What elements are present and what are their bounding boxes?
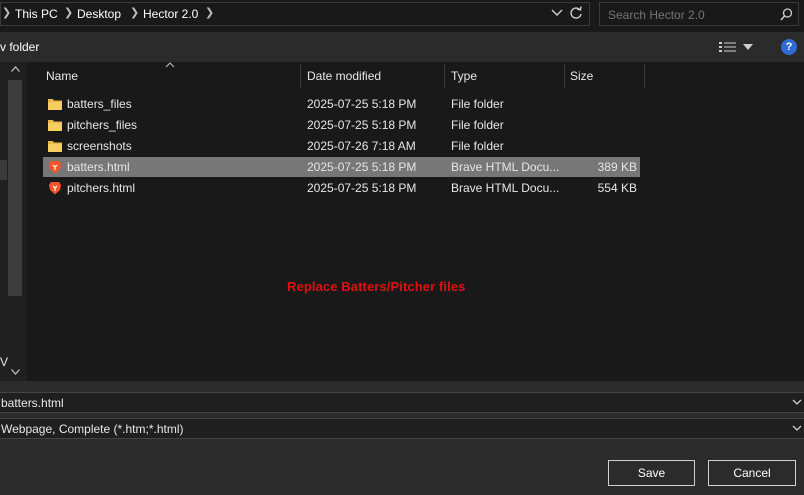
breadcrumb-item-hector[interactable]: Hector 2.0 (143, 7, 198, 21)
help-button[interactable]: ? (781, 39, 797, 55)
file-type: File folder (451, 97, 504, 111)
file-name-value[interactable]: batters.html (1, 396, 64, 410)
scroll-up-icon[interactable] (11, 66, 20, 72)
breadcrumb-chevron-icon: ❯ (64, 7, 74, 19)
file-type: File folder (451, 118, 504, 132)
file-date: 2025-07-25 5:18 PM (307, 160, 417, 174)
column-divider[interactable] (444, 64, 445, 88)
file-row-batters-files[interactable]: batters_files 2025-07-25 5:18 PM File fo… (43, 94, 640, 114)
view-dropdown-icon[interactable] (743, 44, 753, 50)
file-size: 554 KB (597, 181, 637, 195)
save-button[interactable]: Save (608, 460, 695, 486)
breadcrumb-chevron-icon: ❯ (130, 7, 140, 19)
file-date: 2025-07-25 5:18 PM (307, 118, 417, 132)
refresh-icon[interactable] (569, 6, 583, 20)
file-name-combobox[interactable]: batters.html (0, 392, 804, 413)
column-header-name[interactable]: Name (46, 69, 78, 83)
chevron-down-icon[interactable] (792, 425, 802, 432)
navigation-partial-label[interactable]: V (0, 355, 8, 369)
breadcrumb-chevron-icon: ❯ (205, 7, 215, 19)
column-divider[interactable] (300, 64, 301, 88)
column-divider[interactable] (564, 64, 565, 88)
scroll-down-icon[interactable] (11, 369, 20, 375)
file-date: 2025-07-25 5:18 PM (307, 97, 417, 111)
navigation-selected-item[interactable] (0, 160, 7, 180)
chevron-down-icon[interactable] (792, 399, 802, 406)
file-type: File folder (451, 139, 504, 153)
navigation-scrollbar-thumb[interactable] (8, 80, 22, 296)
file-name: batters_files (67, 97, 132, 111)
file-name: batters.html (67, 160, 130, 174)
save-as-type-value[interactable]: Webpage, Complete (*.htm;*.html) (1, 422, 184, 436)
brave-icon (49, 182, 61, 195)
column-header-type[interactable]: Type (451, 69, 477, 83)
file-name: screenshots (67, 139, 132, 153)
sort-ascending-icon (165, 62, 175, 68)
breadcrumb-item-this-pc[interactable]: This PC (15, 7, 58, 21)
file-size: 389 KB (597, 160, 637, 174)
cancel-button[interactable]: Cancel (708, 460, 796, 486)
file-row-pitchers-files[interactable]: pitchers_files 2025-07-25 5:18 PM File f… (43, 115, 640, 135)
view-options-icon[interactable] (719, 41, 737, 53)
address-dropdown-icon[interactable] (551, 9, 563, 17)
folder-icon (48, 99, 62, 110)
toolbar (0, 32, 804, 62)
column-header-date[interactable]: Date modified (307, 69, 381, 83)
breadcrumb-chevron-icon: ❯ (2, 7, 12, 19)
annotation-text: Replace Batters/Pitcher files (287, 279, 466, 294)
file-row-pitchers-html[interactable]: pitchers.html 2025-07-25 5:18 PM Brave H… (43, 178, 640, 198)
folder-icon (48, 120, 62, 131)
file-row-screenshots[interactable]: screenshots 2025-07-26 7:18 AM File fold… (43, 136, 640, 156)
column-header-size[interactable]: Size (570, 69, 593, 83)
file-type: Brave HTML Docu... (451, 160, 560, 174)
search-icon[interactable] (780, 8, 793, 21)
folder-icon (48, 141, 62, 152)
save-as-type-combobox[interactable]: Webpage, Complete (*.htm;*.html) (0, 418, 804, 439)
file-name: pitchers.html (67, 181, 136, 195)
column-divider[interactable] (644, 64, 645, 88)
file-date: 2025-07-25 5:18 PM (307, 181, 417, 195)
search-box[interactable] (599, 2, 799, 26)
search-input[interactable] (606, 6, 780, 24)
file-date: 2025-07-26 7:18 AM (307, 139, 416, 153)
new-folder-button[interactable]: v folder (0, 40, 39, 54)
file-name: pitchers_files (67, 118, 138, 132)
brave-icon (49, 161, 61, 174)
breadcrumb-item-desktop[interactable]: Desktop (77, 7, 121, 21)
file-type: Brave HTML Docu... (451, 181, 560, 195)
file-row-batters-html[interactable]: batters.html 2025-07-25 5:18 PM Brave HT… (43, 157, 640, 177)
